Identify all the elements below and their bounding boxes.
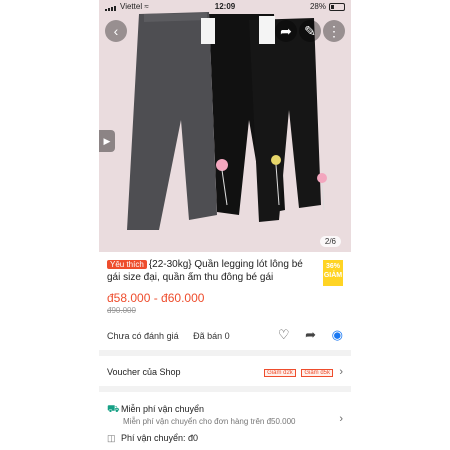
battery-status: 28% bbox=[310, 2, 345, 11]
messenger-icon[interactable]: ◉ bbox=[332, 327, 343, 342]
sold-count: Đã bán 0 bbox=[193, 331, 230, 341]
free-shipping-title: Miễn phí vận chuyển bbox=[121, 404, 205, 414]
shipping-fee: Phí vận chuyển: đ0 bbox=[121, 433, 199, 443]
rating-text: Chưa có đánh giá bbox=[107, 331, 179, 341]
free-shipping-subtitle: Miễn phí vận chuyển cho đơn hàng trên đ5… bbox=[123, 417, 296, 426]
voucher-tags: Giảm đ2k Giảm đ5k bbox=[261, 366, 333, 377]
truck-icon: ⛟ bbox=[107, 404, 120, 415]
image-page-indicator: 2/6 bbox=[319, 236, 341, 247]
divider bbox=[99, 350, 351, 356]
chevron-right-icon: › bbox=[339, 366, 343, 378]
battery-percent: 28% bbox=[309, 2, 326, 11]
cart-icon[interactable]: ⋮ bbox=[323, 20, 345, 42]
free-shipping-row[interactable]: ⛟Miễn phí vận chuyển Miễn phí vận chuyển… bbox=[107, 404, 295, 426]
chevron-right-icon: › bbox=[339, 413, 343, 425]
voucher-label: Voucher của Shop bbox=[107, 367, 181, 377]
price-range: đ58.000 - đ60.000 bbox=[107, 291, 205, 305]
edit-icon[interactable]: ✎ bbox=[299, 20, 321, 42]
delivery-icon: ◫ bbox=[107, 433, 116, 443]
shop-voucher-row[interactable]: Voucher của Shop Giảm đ2k Giảm đ5k › bbox=[107, 366, 343, 378]
original-price: đ90.000 bbox=[107, 306, 136, 315]
back-icon[interactable]: ‹ bbox=[105, 20, 127, 42]
favorite-badge: Yêu thích bbox=[107, 260, 147, 269]
product-screen: ‹ ➦ ✎ ⋮ ▶ 2/6 Viettel ≈ 12:09 28% Yêu th… bbox=[99, 0, 351, 450]
product-actions: ♡ ➦ ◉ bbox=[266, 327, 343, 343]
product-image[interactable]: ‹ ➦ ✎ ⋮ ▶ 2/6 bbox=[99, 0, 351, 252]
share-icon[interactable]: ➦ bbox=[275, 20, 297, 42]
play-icon[interactable]: ▶ bbox=[99, 130, 115, 152]
discount-badge: 36% GIẢM bbox=[323, 260, 343, 286]
voucher-tag[interactable]: Giảm đ2k bbox=[264, 369, 296, 377]
share-icon[interactable]: ➦ bbox=[305, 327, 316, 342]
shipping-fee-row: ◫ Phí vận chuyển: đ0 bbox=[107, 433, 198, 444]
heart-icon[interactable]: ♡ bbox=[278, 327, 290, 342]
product-title: Yêu thích {22-30kg} Quần legging lót lông… bbox=[107, 259, 303, 283]
divider bbox=[99, 386, 351, 392]
battery-icon bbox=[329, 2, 345, 11]
product-meta: Chưa có đánh giá Đã bán 0 bbox=[107, 331, 242, 341]
voucher-tag[interactable]: Giảm đ5k bbox=[301, 369, 333, 377]
status-bar: Viettel ≈ 12:09 28% bbox=[99, 0, 351, 14]
